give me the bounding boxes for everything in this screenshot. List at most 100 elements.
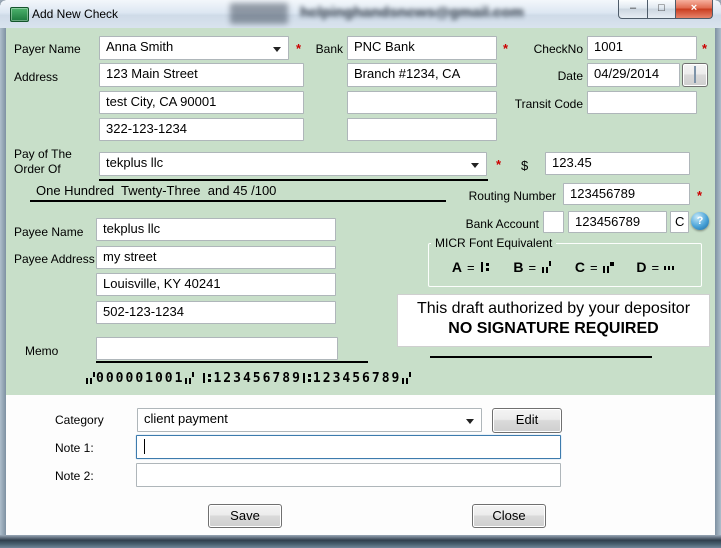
transit-code-field[interactable] xyxy=(587,91,697,114)
note2-field[interactable] xyxy=(136,463,561,487)
bank-extra1-field[interactable] xyxy=(347,91,497,114)
payer-address-line3-field[interactable]: 322-123-1234 xyxy=(99,118,304,141)
micr-digit: 3 xyxy=(233,370,243,386)
draft-notice-line2: NO SIGNATURE REQUIRED xyxy=(448,320,659,337)
chevron-down-icon xyxy=(466,419,474,424)
bank-account-label: Bank Account xyxy=(465,217,539,231)
date-field[interactable]: 04/29/2014 xyxy=(587,63,680,87)
amount-field[interactable]: 123.45 xyxy=(545,152,690,175)
micr-digit: 0 xyxy=(115,370,126,386)
bank-name-field[interactable]: PNC Bank xyxy=(347,36,497,60)
micr-dash-symbol-icon xyxy=(664,261,678,274)
payer-name-dropdown[interactable]: Anna Smith xyxy=(99,36,289,60)
chevron-down-icon xyxy=(273,47,281,52)
micr-letter: C xyxy=(574,259,585,275)
micr-letter: B xyxy=(513,259,524,275)
micr-group-title: MICR Font Equivalent xyxy=(431,236,557,250)
category-dropdown[interactable]: client payment xyxy=(137,408,482,432)
pay-order-label-line2: Order Of xyxy=(14,162,61,176)
note1-field[interactable] xyxy=(136,435,561,459)
pay-order-underline xyxy=(99,179,488,181)
micr-digit: 9 xyxy=(292,370,302,386)
micr-transit-symbol-icon xyxy=(302,372,313,385)
title-bar[interactable]: Add New Check helpinghandsnews@gmail.com… xyxy=(0,0,721,29)
address-label: Address xyxy=(14,70,59,84)
blurred-background-artifact xyxy=(230,3,288,24)
micr-digit: 5 xyxy=(252,370,263,386)
text-caret xyxy=(144,439,145,455)
pay-order-dropdown[interactable]: tekplus llc xyxy=(99,152,487,176)
check-no-field[interactable]: 1001 xyxy=(587,36,697,60)
micr-digit: 0 xyxy=(125,370,136,386)
micr-digit: 7 xyxy=(371,370,382,386)
micr-line: 000001001123456789123456789 xyxy=(85,370,412,386)
add-new-check-window: Add New Check helpinghandsnews@gmail.com… xyxy=(0,0,721,548)
micr-digit: 1 xyxy=(312,370,323,386)
save-button[interactable]: Save xyxy=(208,504,282,528)
micr-digit: 7 xyxy=(272,370,283,386)
micr-onus-symbol-icon xyxy=(85,371,96,385)
micr-onus-symbol-icon xyxy=(541,260,552,274)
micr-digit: 1 xyxy=(213,370,224,386)
micr-digit: 5 xyxy=(352,370,363,386)
transit-code-label: Transit Code xyxy=(514,97,583,111)
payee-name-label: Payee Name xyxy=(14,225,84,239)
close-window-button[interactable]: × xyxy=(675,0,713,19)
bank-branch-field[interactable]: Branch #1234, CA xyxy=(347,63,497,87)
micr-digit: 2 xyxy=(223,370,234,386)
check-no-label: CheckNo xyxy=(533,42,583,56)
memo-label: Memo xyxy=(25,344,59,358)
micr-digit: 2 xyxy=(322,370,333,386)
micr-item-a: A = xyxy=(452,259,491,275)
window-title: Add New Check xyxy=(32,7,119,21)
micr-digit: 8 xyxy=(381,370,392,386)
bank-account-prefix-box[interactable] xyxy=(543,211,564,233)
payer-name-label: Payer Name xyxy=(14,42,81,56)
payer-required-asterisk: * xyxy=(296,41,302,56)
payee-address-line1-field[interactable]: my street xyxy=(96,246,336,269)
micr-digit: 6 xyxy=(262,370,273,386)
calendar-icon xyxy=(694,66,696,83)
minimize-button[interactable]: – xyxy=(618,0,648,19)
close-button[interactable]: Close xyxy=(472,504,546,528)
micr-font-equivalent-group: MICR Font Equivalent A = B = C = D = xyxy=(428,236,702,287)
micr-item-c: C = xyxy=(575,259,614,275)
memo-field[interactable] xyxy=(96,337,338,360)
payer-address-line1-field[interactable]: 123 Main Street xyxy=(99,63,304,87)
edit-button[interactable]: Edit xyxy=(492,408,562,433)
routing-number-field[interactable]: 123456789 xyxy=(563,183,690,205)
draft-notice: This draft authorized by your depositor … xyxy=(397,294,710,347)
category-value: client payment xyxy=(144,411,228,426)
category-label: Category xyxy=(55,413,104,427)
micr-digit: 6 xyxy=(362,370,372,386)
micr-letter: D xyxy=(636,259,647,275)
bank-account-field[interactable]: 123456789 xyxy=(568,211,667,233)
payee-address-label: Payee Address xyxy=(14,252,95,266)
help-globe-icon[interactable]: ? xyxy=(691,212,709,230)
bank-extra2-field[interactable] xyxy=(347,118,497,141)
micr-digit: 0 xyxy=(105,370,116,386)
date-picker-button[interactable] xyxy=(682,63,708,87)
micr-digit: 3 xyxy=(332,370,343,386)
micr-digit: 0 xyxy=(154,370,165,386)
currency-symbol: $ xyxy=(521,158,529,173)
payee-address-line3-field[interactable]: 502-123-1234 xyxy=(96,301,336,324)
app-icon xyxy=(10,7,29,22)
payer-address-line2-field[interactable]: test City, CA 90001 xyxy=(99,91,304,114)
micr-amount-symbol-icon xyxy=(602,261,614,274)
amount-in-words: One Hundred Twenty-Three and 45 /100 xyxy=(30,183,446,202)
equals-sign: = xyxy=(466,259,475,275)
micr-digit: 8 xyxy=(282,370,293,386)
check-no-required-asterisk: * xyxy=(702,41,708,56)
micr-item-b: B = xyxy=(513,259,552,275)
routing-number-label: Routing Number xyxy=(468,189,556,203)
maximize-button[interactable]: □ xyxy=(648,0,675,19)
micr-digit: 1 xyxy=(174,370,185,386)
payee-name-field[interactable]: tekplus llc xyxy=(96,218,336,241)
micr-digit: 4 xyxy=(242,370,253,386)
payee-address-line2-field[interactable]: Louisville, KY 40241 xyxy=(96,273,336,296)
payer-name-value: Anna Smith xyxy=(106,39,174,54)
bank-account-suffix-box[interactable]: C xyxy=(670,211,689,233)
micr-digit: 0 xyxy=(164,370,175,386)
memo-underline xyxy=(96,361,368,363)
